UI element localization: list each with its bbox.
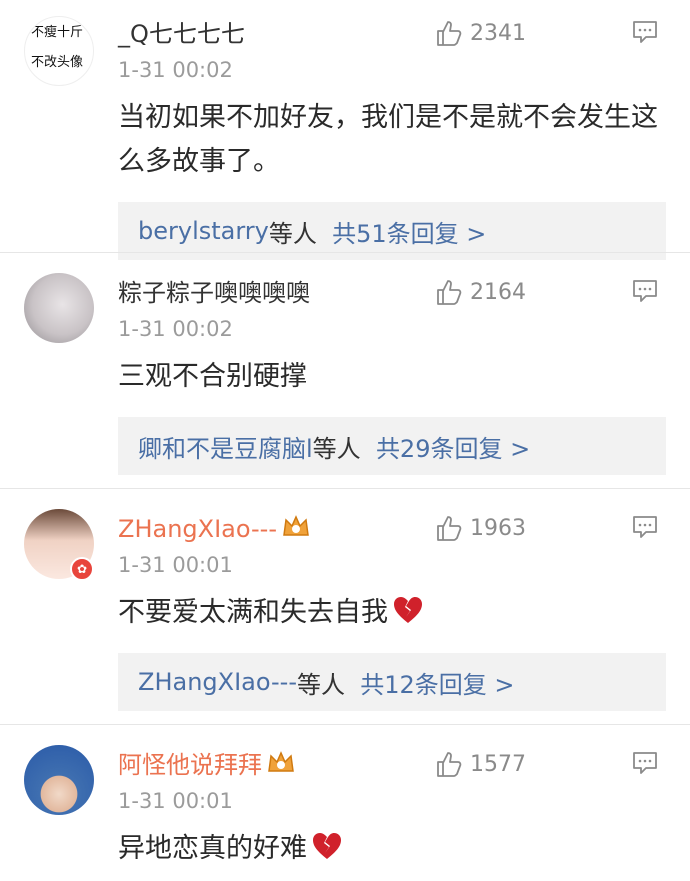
reply-count[interactable]: 共29条回复 > bbox=[376, 429, 530, 464]
like-button[interactable]: 1577 bbox=[436, 747, 526, 781]
comment-text: 三观不合别硬撑 bbox=[118, 361, 307, 392]
reply-user[interactable]: berylstarry bbox=[138, 217, 269, 245]
username[interactable]: 阿怪他说拜拜 bbox=[118, 749, 296, 781]
reply-icon[interactable] bbox=[632, 515, 658, 539]
comment-feed: 不瘦十斤 不改头像 _Q七七七七 2341 1-31 00:02 当初如果不加好… bbox=[0, 0, 690, 881]
timestamp: 1-31 00:01 bbox=[118, 789, 233, 813]
like-count: 2341 bbox=[470, 20, 526, 46]
like-button[interactable]: 2341 bbox=[436, 16, 526, 50]
username[interactable]: _Q七七七七 bbox=[118, 18, 245, 50]
comment-item: 粽子粽子噢噢噢噢 2164 1-31 00:02 三观不合别硬撑 卿和不是豆腐脑… bbox=[0, 252, 690, 488]
thumbs-up-icon bbox=[437, 280, 462, 305]
comment-text: 异地恋真的好难 bbox=[118, 827, 666, 871]
thumbs-up-icon bbox=[437, 516, 462, 541]
avatar-text: 不瘦十斤 不改头像 bbox=[31, 25, 84, 70]
replies-box[interactable]: ZHangXIao--- 等人 共12条回复 > bbox=[118, 653, 666, 711]
like-button[interactable]: 2164 bbox=[436, 275, 526, 309]
avatar[interactable] bbox=[24, 273, 94, 343]
username[interactable]: ZHangXIao--- bbox=[118, 513, 311, 545]
broken-heart-icon bbox=[394, 597, 422, 623]
timestamp: 1-31 00:02 bbox=[118, 317, 233, 341]
username[interactable]: 粽子粽子噢噢噢噢 bbox=[118, 277, 310, 309]
comment-item: 阿怪他说拜拜 1577 1-31 00:01 异地恋真的好难 bbox=[0, 724, 690, 881]
reply-icon[interactable] bbox=[632, 20, 658, 44]
reply-suffix: 等人 bbox=[312, 434, 361, 463]
reply-icon[interactable] bbox=[632, 279, 658, 303]
comment-item: ✿ ZHangXIao--- 1963 1-31 00:01 不要爱太满和失去自… bbox=[0, 488, 690, 724]
like-count: 1577 bbox=[470, 751, 526, 777]
avatar[interactable] bbox=[24, 745, 94, 815]
vip-crown-icon bbox=[268, 751, 294, 772]
avatar[interactable]: 不瘦十斤 不改头像 bbox=[24, 16, 94, 86]
broken-heart-icon bbox=[313, 833, 341, 859]
like-count: 1963 bbox=[470, 515, 526, 541]
thumbs-up-icon bbox=[437, 21, 462, 46]
comment-item: 不瘦十斤 不改头像 _Q七七七七 2341 1-31 00:02 当初如果不加好… bbox=[0, 0, 690, 260]
reply-icon[interactable] bbox=[632, 751, 658, 775]
timestamp: 1-31 00:02 bbox=[118, 58, 233, 82]
replies-box[interactable]: 卿和不是豆腐脑l 等人 共29条回复 > bbox=[118, 417, 666, 475]
reply-user[interactable]: ZHangXIao--- bbox=[138, 668, 297, 696]
comment-text: 不要爱太满和失去自我 bbox=[118, 591, 666, 635]
reply-suffix: 等人 bbox=[296, 670, 345, 699]
like-count: 2164 bbox=[470, 279, 526, 305]
thumbs-up-icon bbox=[437, 752, 462, 777]
reply-suffix: 等人 bbox=[268, 219, 317, 248]
timestamp: 1-31 00:01 bbox=[118, 553, 233, 577]
comment-text: 当初如果不加好友，我们是不是就不会发生这么多故事了。 bbox=[118, 102, 658, 177]
like-button[interactable]: 1963 bbox=[436, 511, 526, 545]
vip-crown-icon bbox=[283, 515, 309, 536]
reply-user[interactable]: 卿和不是豆腐脑l bbox=[138, 429, 313, 464]
reply-count[interactable]: 共12条回复 > bbox=[360, 665, 514, 700]
reply-count[interactable]: 共51条回复 > bbox=[332, 214, 486, 249]
badge-icon: ✿ bbox=[70, 557, 94, 581]
